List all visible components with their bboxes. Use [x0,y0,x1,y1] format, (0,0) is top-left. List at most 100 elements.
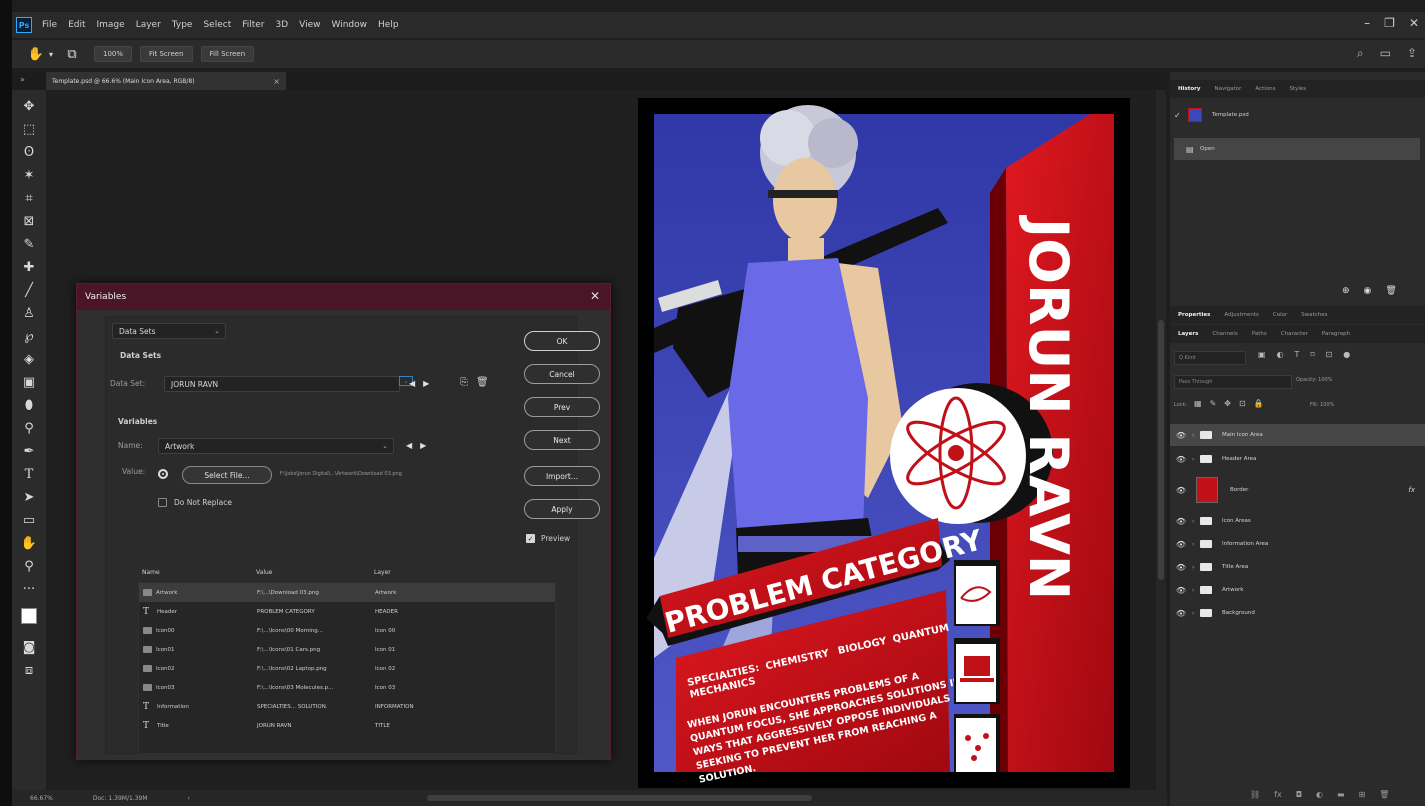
frame-tool-icon[interactable]: ⊠ [18,213,40,231]
prev-variable-arrow[interactable]: ◀ [406,441,412,450]
adjustment-filter-icon[interactable]: ◐ [1277,350,1284,359]
visibility-eye-icon[interactable]: 👁 [1170,586,1192,595]
magic-wand-tool-icon[interactable]: ✶ [18,167,40,185]
column-layer[interactable]: Layer [374,569,494,576]
add-style-icon[interactable]: fx [1274,790,1282,799]
layer-row[interactable]: 👁 › Title Area [1170,556,1425,578]
vertical-scrollbar[interactable] [1156,90,1166,790]
tab-color[interactable]: Color [1273,312,1287,318]
dodge-tool-icon[interactable]: ⚲ [18,420,40,438]
table-row[interactable]: Icon01 F:\...\Icons\01 Cars.png Icon 01 [139,640,555,659]
visibility-eye-icon[interactable]: 👁 [1170,563,1192,572]
hand-tool-icon[interactable]: ✋ [18,535,40,553]
do-not-replace-checkbox[interactable] [158,498,167,507]
screen-mode-icon[interactable]: ⧈ [18,662,40,680]
rectangle-tool-icon[interactable]: ▭ [18,512,40,530]
add-mask-icon[interactable]: ◘ [1296,790,1302,799]
menu-image[interactable]: Image [97,20,125,30]
lasso-tool-icon[interactable]: ʘ [18,144,40,162]
menu-filter[interactable]: Filter [242,20,264,30]
trash-icon[interactable]: 🗑 [1385,286,1396,296]
type-filter-icon[interactable]: T [1295,350,1300,359]
adjustment-layer-icon[interactable]: ◐ [1316,790,1323,799]
tab-layers[interactable]: Layers [1178,331,1198,337]
table-row[interactable]: T Title JORUN RAVN TITLE [139,716,555,735]
brush-tool-icon[interactable]: ╱ [18,282,40,300]
search-icon[interactable]: ⌕ [1357,46,1364,61]
section-dropdown[interactable]: Data Sets ⌄ [112,323,226,339]
ok-button[interactable]: OK [524,331,600,351]
table-row[interactable]: T Information SPECIALTIES... SOLUTION. INF… [139,697,555,716]
layer-kind-filter[interactable]: Q Kind [1174,351,1246,365]
close-tab-icon[interactable]: × [273,77,280,86]
eraser-tool-icon[interactable]: ◈ [18,351,40,369]
layer-row[interactable]: 👁 › Header Area [1170,448,1425,470]
menu-file[interactable]: File [42,20,57,30]
zoom-100-button[interactable]: 100% [94,46,133,62]
next-dataset-arrow[interactable]: ▶ [423,379,429,388]
foreground-color-swatch[interactable] [21,608,37,624]
shape-filter-icon[interactable]: ⌑ [1310,350,1314,359]
import-button[interactable]: Import... [524,466,600,486]
column-name[interactable]: Name [138,569,256,576]
tab-paths[interactable]: Paths [1252,331,1267,337]
pen-tool-icon[interactable]: ✒ [18,443,40,461]
history-snapshot[interactable]: ✓ Template.psd [1174,104,1420,126]
document-tab[interactable]: Template.psd @ 66.6% (Main Icon Area, RG… [46,72,286,90]
new-group-icon[interactable]: ▬ [1337,790,1345,799]
healing-brush-tool-icon[interactable]: ✚ [18,259,40,277]
blend-mode-select[interactable]: Pass Through [1174,375,1292,389]
pixel-filter-icon[interactable]: ▣ [1258,350,1266,359]
expand-arrow-icon[interactable]: › [1192,456,1200,463]
menu-type[interactable]: Type [172,20,193,30]
delete-dataset-icon[interactable]: 🗑 [476,377,489,388]
table-row[interactable]: Icon00 F:\...\Icons\00 Morning... Icon 00 [139,621,555,640]
marquee-tool-icon[interactable]: ⬚ [18,121,40,139]
eyedropper-tool-icon[interactable]: ✎ [18,236,40,254]
menu-select[interactable]: Select [203,20,231,30]
dialog-close-icon[interactable]: ✕ [590,289,600,303]
stamp-tool-icon[interactable]: ♙ [18,305,40,323]
horizontal-scrollbar[interactable] [427,795,812,801]
visibility-eye-icon[interactable]: 👁 [1170,486,1192,495]
crop-tool-icon[interactable]: ⌗ [18,190,40,208]
menu-3d[interactable]: 3D [276,20,289,30]
tab-properties[interactable]: Properties [1178,312,1210,318]
menu-edit[interactable]: Edit [68,20,85,30]
prev-button[interactable]: Prev [524,397,600,417]
table-row[interactable]: Icon03 F:\...\Icons\03 Molecules.p... Ico… [139,678,555,697]
zoom-level[interactable]: 66.67% [30,795,53,802]
expand-arrow-icon[interactable]: › [1192,518,1200,525]
new-layer-icon[interactable]: ⊞ [1359,790,1366,799]
next-button[interactable]: Next [524,430,600,450]
lock-pixels-icon[interactable]: ✎ [1210,399,1217,408]
menu-view[interactable]: View [299,20,320,30]
tab-navigator[interactable]: Navigator [1214,86,1241,92]
hand-tool-icon[interactable]: ✋ [26,44,46,64]
expand-arrow-icon[interactable]: › [1192,587,1200,594]
expand-arrow-icon[interactable]: › [1192,564,1200,571]
visibility-eye-icon[interactable]: 👁 [1170,431,1192,440]
link-layers-icon[interactable]: ⛓ [1250,790,1260,799]
lock-transparent-icon[interactable]: ▦ [1194,399,1202,408]
quick-mask-icon[interactable]: ◙ [18,639,40,657]
blur-tool-icon[interactable]: ⬮ [18,397,40,415]
table-row[interactable]: Icon02 F:\...\Icons\02 Laptop.png Icon 02 [139,659,555,678]
fill-screen-button[interactable]: Fill Screen [200,46,255,62]
expand-arrow-icon[interactable]: › [1192,541,1200,548]
expand-arrow-icon[interactable]: › [1192,432,1200,439]
history-brush-tool-icon[interactable]: ℘ [18,328,40,346]
preview-checkbox[interactable]: ✓ [526,534,535,543]
select-file-button[interactable]: Select File... [182,466,272,484]
visibility-eye-icon[interactable]: 👁 [1170,609,1192,618]
next-variable-arrow[interactable]: ▶ [420,441,426,450]
type-tool-icon[interactable]: T [18,466,40,484]
smart-object-filter-icon[interactable]: ⊡ [1326,350,1333,359]
layer-row[interactable]: 👁 › Information Area [1170,533,1425,555]
prev-dataset-arrow[interactable]: ◀ [409,379,415,388]
cancel-button[interactable]: Cancel [524,364,600,384]
tab-actions[interactable]: Actions [1255,86,1275,92]
tab-swatches[interactable]: Swatches [1301,312,1327,318]
tab-adjustments[interactable]: Adjustments [1224,312,1258,318]
lock-artboard-icon[interactable]: ⊡ [1239,399,1246,408]
